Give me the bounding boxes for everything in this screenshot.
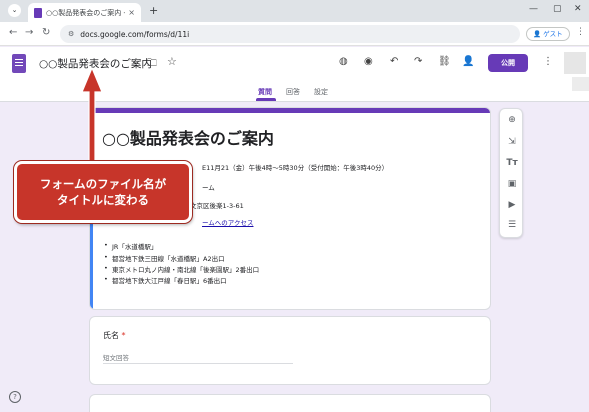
tab-responses[interactable]: 回答	[286, 87, 300, 97]
list-item: JR「水道橋駅」	[104, 241, 158, 251]
browser-toolbar: ← → ↻ ⚙ docs.google.com/forms/d/11i 👤 ゲス…	[0, 22, 589, 46]
tab-close-icon[interactable]: ×	[128, 8, 135, 17]
guest-profile-button[interactable]: 👤 ゲスト	[526, 27, 570, 41]
browser-tab[interactable]: ○○製品発表会のご案内 - Goo ×	[28, 3, 141, 22]
add-collaborator-icon[interactable]: 👤	[462, 56, 474, 67]
add-video-icon[interactable]: ▶	[500, 200, 524, 210]
description-line: E11月21（金）午後4時〜5時30分（受付開始：午後3時40分）	[202, 164, 389, 172]
import-questions-icon[interactable]: ⇲	[500, 137, 524, 147]
active-tab-indicator	[256, 98, 276, 101]
forms-header: ○○製品発表会のご案内 🗀 ☆ ◍ ◉ ↶ ↷ ⛓ 👤 公開 ⋮ 質問 回答 設…	[0, 47, 589, 102]
list-item: 都営地下鉄大江戸線「春日駅」6番出口	[104, 275, 227, 285]
undo-icon[interactable]: ↶	[390, 56, 398, 67]
reload-icon[interactable]: ↻	[42, 27, 50, 38]
tab-questions[interactable]: 質問	[258, 87, 272, 97]
address-bar[interactable]: ⚙ docs.google.com/forms/d/11i	[60, 25, 520, 43]
add-title-icon[interactable]: Tт	[500, 158, 524, 168]
annotation-callout: フォームのファイル名が タイトルに変わる	[14, 161, 192, 223]
form-title[interactable]: ○○製品発表会のご案内	[102, 125, 274, 149]
guest-label: ゲスト	[543, 30, 563, 38]
forms-favicon-icon	[34, 7, 42, 18]
maximize-icon[interactable]: ▢	[553, 4, 562, 14]
avatar-blur	[572, 77, 589, 91]
list-item: 東京メトロ丸ノ内線・南北線「後楽園駅」2番出口	[104, 264, 259, 274]
more-options-icon[interactable]: ⋮	[543, 56, 553, 67]
new-tab-button[interactable]: +	[149, 4, 158, 17]
add-question-icon[interactable]: ⊕	[500, 115, 524, 125]
star-icon[interactable]: ☆	[167, 55, 177, 68]
forward-icon[interactable]: →	[25, 27, 33, 38]
callout-line-2: タイトルに変わる	[57, 193, 149, 207]
back-icon[interactable]: ←	[9, 27, 17, 38]
add-section-icon[interactable]: ☰	[500, 220, 524, 230]
browser-tabstrip: ⌄ ○○製品発表会のご案内 - Goo × + — ▢ ✕	[0, 0, 589, 22]
url-text: docs.google.com/forms/d/11i	[80, 29, 190, 39]
site-info-icon[interactable]: ⚙	[68, 30, 74, 38]
card-accent-bar	[90, 108, 490, 113]
palette-icon[interactable]: ◍	[339, 56, 348, 67]
next-question-card[interactable]	[89, 394, 491, 412]
access-link[interactable]: ームへのアクセス	[202, 217, 253, 227]
browser-menu-icon[interactable]: ⋮	[576, 27, 585, 37]
forms-logo-icon[interactable]	[12, 54, 26, 73]
add-image-icon[interactable]: ▣	[500, 179, 524, 189]
description-line: 文京区後楽1-3-61	[190, 202, 244, 210]
question-card[interactable]: 氏名 * 短文回答	[89, 316, 491, 385]
answer-underline	[103, 363, 293, 364]
floating-toolbar: ⊕ ⇲ Tт ▣ ▶ ☰	[499, 108, 523, 238]
minimize-icon[interactable]: —	[529, 4, 538, 14]
document-title[interactable]: ○○製品発表会のご案内	[39, 56, 152, 71]
tab-settings[interactable]: 設定	[314, 87, 328, 97]
tab-title: ○○製品発表会のご案内 - Goo	[46, 8, 125, 17]
list-item: 都営地下鉄三田線「水道橋駅」A2出口	[104, 253, 225, 263]
publish-button[interactable]: 公開	[488, 54, 528, 72]
question-label: 氏名 *	[103, 330, 126, 341]
folder-icon[interactable]: 🗀	[147, 56, 157, 73]
question-label-text: 氏名	[103, 331, 119, 340]
description-line: ーム	[202, 184, 215, 192]
callout-line-1: フォームのファイル名が	[39, 177, 167, 191]
close-window-icon[interactable]: ✕	[574, 4, 582, 14]
preview-eye-icon[interactable]: ◉	[364, 56, 373, 67]
link-icon[interactable]: ⛓	[438, 56, 451, 67]
help-icon[interactable]: ?	[9, 391, 21, 403]
short-answer-placeholder: 短文回答	[103, 354, 129, 362]
avatar[interactable]	[564, 52, 586, 74]
tab-search-icon[interactable]: ⌄	[8, 4, 21, 17]
redo-icon[interactable]: ↷	[414, 56, 422, 67]
required-mark: *	[121, 331, 126, 340]
